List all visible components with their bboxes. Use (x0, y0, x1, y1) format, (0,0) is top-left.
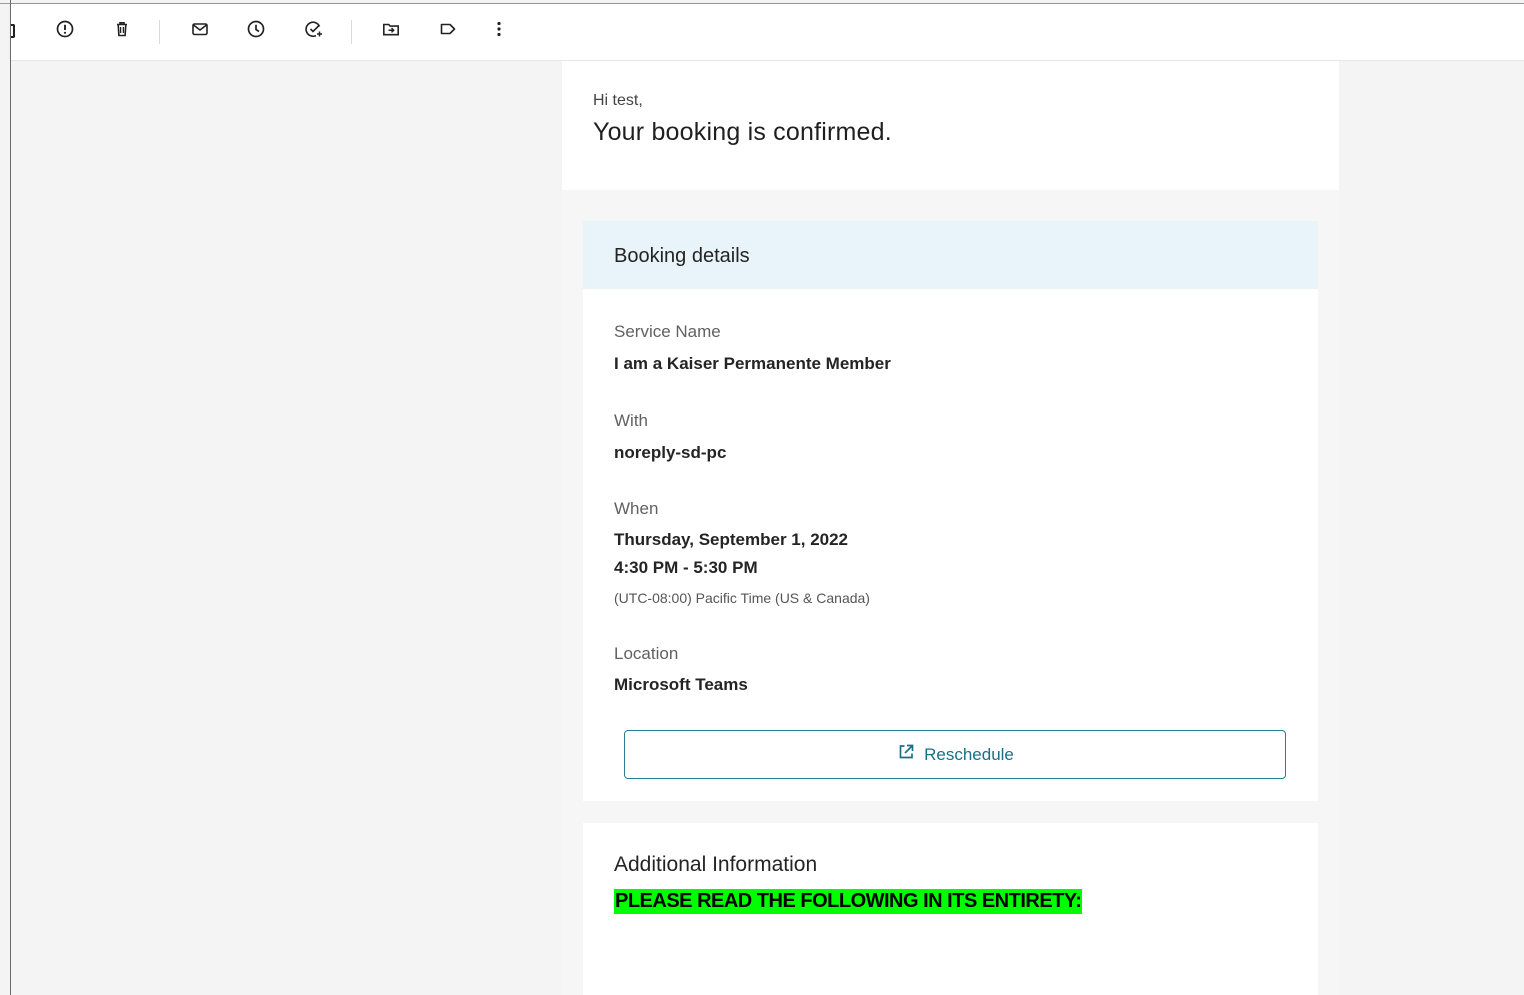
greeting-card: Hi test, Your booking is confirmed. (562, 61, 1339, 190)
with-label: With (614, 411, 648, 430)
window-left-border (10, 0, 11, 995)
more-options-icon (489, 19, 509, 44)
when-timezone: (UTC-08:00) Pacific Time (US & Canada) (614, 590, 870, 606)
move-to-button[interactable] (377, 17, 405, 45)
toolbar-divider (351, 20, 352, 44)
service-name-label: Service Name (614, 322, 721, 341)
with-value: noreply-sd-pc (614, 443, 727, 462)
report-button[interactable] (51, 17, 79, 45)
location-value: Microsoft Teams (614, 675, 748, 694)
when-date: Thursday, September 1, 2022 (614, 530, 849, 549)
snooze-button[interactable] (242, 17, 270, 45)
snooze-icon (246, 19, 266, 44)
toolbar-divider (159, 20, 160, 44)
open-external-icon (896, 742, 916, 767)
archive-icon[interactable] (11, 24, 15, 38)
highlighted-notice: PLEASE READ THE FOLLOWING IN ITS ENTIRET… (614, 889, 1083, 914)
reschedule-button[interactable]: Reschedule (624, 730, 1286, 779)
more-options-button[interactable] (485, 17, 513, 45)
booking-details-card: Booking details Service Name I am a Kais… (583, 221, 1318, 801)
booking-details-title: Booking details (614, 245, 750, 267)
add-task-button[interactable] (300, 17, 328, 45)
delete-icon (112, 19, 132, 44)
greeting-text: Hi test, (593, 92, 643, 109)
move-to-icon (381, 19, 401, 44)
mark-unread-button[interactable] (186, 17, 214, 45)
email-body: Hi test, Your booking is confirmed. Book… (562, 61, 1339, 995)
add-task-icon (304, 19, 324, 44)
report-icon (55, 19, 75, 44)
booking-details-header: Booking details (583, 221, 1318, 289)
delete-button[interactable] (108, 17, 136, 45)
when-time: 4:30 PM - 5:30 PM (614, 558, 758, 577)
additional-info-card: Additional Information PLEASE READ THE F… (583, 823, 1318, 995)
confirmation-headline: Your booking is confirmed. (593, 118, 892, 146)
reschedule-label: Reschedule (924, 744, 1014, 764)
additional-info-title: Additional Information (614, 853, 818, 876)
message-toolbar (11, 4, 1524, 61)
label-icon (438, 19, 458, 44)
service-name-value: I am a Kaiser Permanente Member (614, 354, 891, 373)
mark-unread-icon (190, 19, 210, 44)
screen: Hi test, Your booking is confirmed. Book… (0, 0, 1524, 995)
location-label: Location (614, 644, 679, 663)
when-label: When (614, 499, 659, 518)
label-button[interactable] (434, 17, 462, 45)
